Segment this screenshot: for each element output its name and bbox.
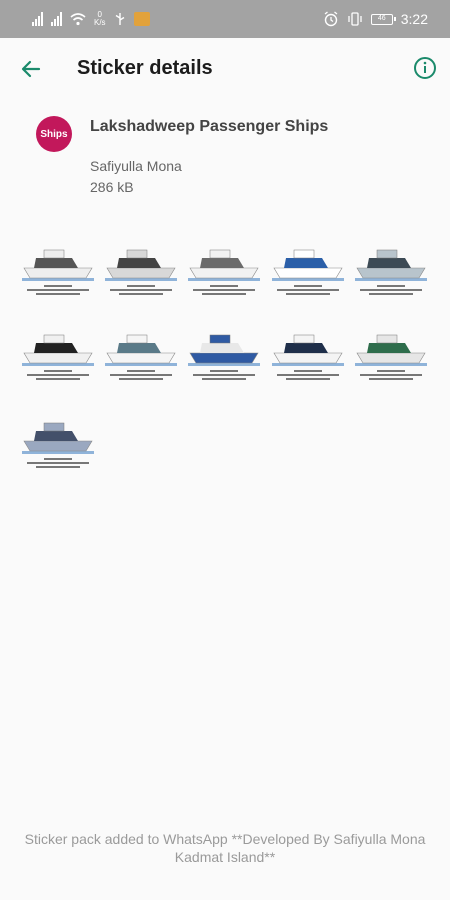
sticker-caption-line: [119, 293, 163, 295]
sticker-caption-line: [127, 285, 155, 287]
sticker-caption-line: [369, 378, 413, 380]
pack-author: Safiyulla Mona: [90, 158, 182, 174]
wifi-icon: [70, 13, 86, 26]
sticker-caption-line: [127, 370, 155, 372]
sticker-caption-line: [27, 462, 89, 464]
sticker-caption-line: [286, 378, 330, 380]
sticker-item[interactable]: [188, 240, 260, 300]
alarm-icon: [324, 11, 338, 27]
sticker-caption-line: [286, 293, 330, 295]
sticker-caption-line: [369, 293, 413, 295]
sticker-caption-line: [294, 370, 322, 372]
ship-image: [22, 422, 94, 454]
sticker-item[interactable]: [355, 240, 427, 300]
sticker-caption-line: [210, 285, 238, 287]
status-time: 3:22: [400, 11, 428, 27]
sticker-caption-line: [202, 293, 246, 295]
sticker-caption-line: [44, 285, 72, 287]
pack-avatar-text: Ships: [40, 128, 68, 140]
sticker-caption-line: [202, 378, 246, 380]
ship-image: [188, 334, 260, 366]
sticker-item[interactable]: [272, 325, 344, 385]
sticker-caption-line: [277, 289, 339, 291]
footer-message: Sticker pack added to WhatsApp **Develop…: [24, 831, 426, 865]
sticker-caption-line: [44, 370, 72, 372]
status-bar: 0 K/s 46 3:22: [0, 0, 450, 38]
network-speed: 0 K/s: [94, 11, 106, 27]
sticker-item[interactable]: [22, 325, 94, 385]
ship-image: [188, 249, 260, 281]
sticker-caption-line: [119, 378, 163, 380]
battery-icon: 46: [370, 13, 396, 25]
sticker-caption-line: [110, 289, 172, 291]
vibrate-icon: [348, 12, 362, 26]
signal-1-icon: [32, 12, 43, 26]
pack-name: Lakshadweep Passenger Ships: [90, 118, 329, 135]
ship-image: [22, 334, 94, 366]
info-icon[interactable]: [413, 56, 437, 80]
ship-image: [355, 249, 427, 281]
sticker-item[interactable]: [355, 325, 427, 385]
sticker-item[interactable]: [105, 325, 177, 385]
sticker-caption-line: [27, 289, 89, 291]
sticker-caption-line: [277, 374, 339, 376]
sticker-caption-line: [210, 370, 238, 372]
ship-image: [22, 249, 94, 281]
sticker-caption-line: [27, 374, 89, 376]
pack-size: 286 kB: [90, 179, 134, 195]
ship-image: [272, 334, 344, 366]
network-speed-unit: K/s: [94, 18, 106, 27]
app-notification-icon: [133, 12, 150, 26]
ship-image: [105, 334, 177, 366]
sticker-caption-line: [193, 374, 255, 376]
sticker-caption-line: [294, 285, 322, 287]
sticker-item[interactable]: [22, 240, 94, 300]
status-bar-left: 0 K/s: [32, 8, 150, 30]
sticker-caption-line: [377, 370, 405, 372]
pack-avatar: Ships: [36, 116, 72, 152]
ship-image: [105, 249, 177, 281]
toolbar: Sticker details: [0, 38, 450, 100]
arrow-back-icon[interactable]: [18, 56, 44, 82]
sticker-item[interactable]: [272, 240, 344, 300]
sticker-caption-line: [36, 293, 80, 295]
ship-image: [272, 249, 344, 281]
usb-icon: [115, 13, 124, 25]
sticker-item[interactable]: [188, 325, 260, 385]
sticker-caption-line: [36, 466, 80, 468]
page-title: Sticker details: [77, 57, 213, 79]
sticker-caption-line: [377, 285, 405, 287]
sticker-caption-line: [360, 374, 422, 376]
sticker-item[interactable]: [22, 413, 94, 473]
sticker-caption-line: [360, 289, 422, 291]
sticker-caption-line: [110, 374, 172, 376]
signal-2-icon: [51, 12, 62, 26]
status-bar-right: 46 3:22: [323, 8, 428, 30]
sticker-item[interactable]: [105, 240, 177, 300]
battery-level: 46: [377, 14, 386, 22]
sticker-caption-line: [36, 378, 80, 380]
sticker-caption-line: [44, 458, 72, 460]
sticker-caption-line: [193, 289, 255, 291]
ship-image: [355, 334, 427, 366]
